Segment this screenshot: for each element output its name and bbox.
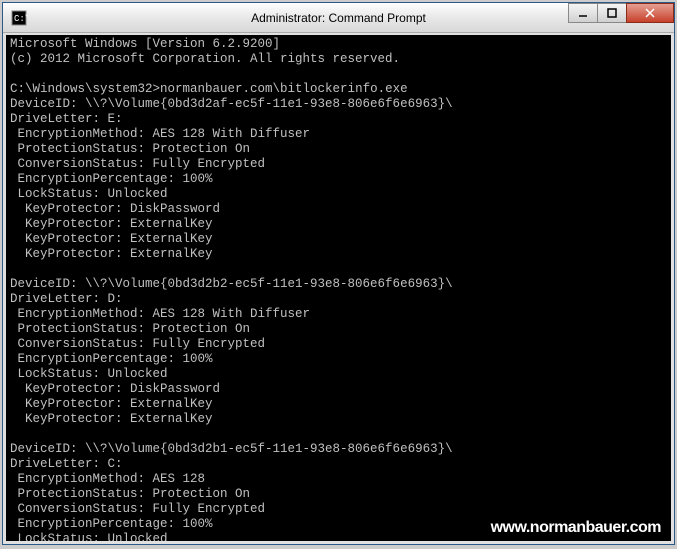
close-button[interactable] <box>626 3 674 23</box>
console-line: EncryptionMethod: AES 128 With Diffuser <box>10 127 310 141</box>
console-line: Microsoft Windows [Version 6.2.9200] <box>10 37 280 51</box>
console-line: ConversionStatus: Fully Encrypted <box>10 337 265 351</box>
console-line: KeyProtector: DiskPassword <box>10 202 220 216</box>
console-line: DriveLetter: C: <box>10 457 123 471</box>
svg-text:C:\: C:\ <box>14 14 27 24</box>
console-line: LockStatus: Unlocked <box>10 532 168 544</box>
console-line: DeviceID: \\?\Volume{0bd3d2b1-ec5f-11e1-… <box>10 442 453 456</box>
console-line: EncryptionMethod: AES 128 With Diffuser <box>10 307 310 321</box>
console-line: ProtectionStatus: Protection On <box>10 142 250 156</box>
console-line: EncryptionPercentage: 100% <box>10 352 213 366</box>
console-line: ConversionStatus: Fully Encrypted <box>10 502 265 516</box>
console-line: EncryptionPercentage: 100% <box>10 172 213 186</box>
console-line: (c) 2012 Microsoft Corporation. All righ… <box>10 52 400 66</box>
console-line: KeyProtector: ExternalKey <box>10 217 213 231</box>
console-line: DriveLetter: D: <box>10 292 123 306</box>
minimize-button[interactable] <box>568 3 598 23</box>
console-line: DriveLetter: E: <box>10 112 123 126</box>
console-line: LockStatus: Unlocked <box>10 187 168 201</box>
maximize-button[interactable] <box>597 3 627 23</box>
watermark: www.normanbauer.com <box>491 520 661 535</box>
titlebar[interactable]: C:\ Administrator: Command Prompt <box>3 3 674 33</box>
console-command: normanbauer.com\bitlockerinfo.exe <box>160 82 408 96</box>
console-line: ProtectionStatus: Protection On <box>10 322 250 336</box>
window-controls <box>569 3 674 25</box>
console-line: KeyProtector: ExternalKey <box>10 412 213 426</box>
console-line: KeyProtector: DiskPassword <box>10 382 220 396</box>
console-line: ConversionStatus: Fully Encrypted <box>10 157 265 171</box>
cmd-icon: C:\ <box>11 10 27 26</box>
console-line: ProtectionStatus: Protection On <box>10 487 250 501</box>
console-prompt: C:\Windows\system32> <box>10 82 160 96</box>
console-line: LockStatus: Unlocked <box>10 367 168 381</box>
console-line: EncryptionMethod: AES 128 <box>10 472 205 486</box>
console-line: DeviceID: \\?\Volume{0bd3d2af-ec5f-11e1-… <box>10 97 453 111</box>
console-line: KeyProtector: ExternalKey <box>10 397 213 411</box>
console-line: KeyProtector: ExternalKey <box>10 232 213 246</box>
console-area[interactable]: Microsoft Windows [Version 6.2.9200] (c)… <box>3 33 674 544</box>
command-prompt-window: C:\ Administrator: Command Prompt Micros… <box>2 2 675 545</box>
console-line: EncryptionPercentage: 100% <box>10 517 213 531</box>
console-line: KeyProtector: ExternalKey <box>10 247 213 261</box>
console-line: DeviceID: \\?\Volume{0bd3d2b2-ec5f-11e1-… <box>10 277 453 291</box>
